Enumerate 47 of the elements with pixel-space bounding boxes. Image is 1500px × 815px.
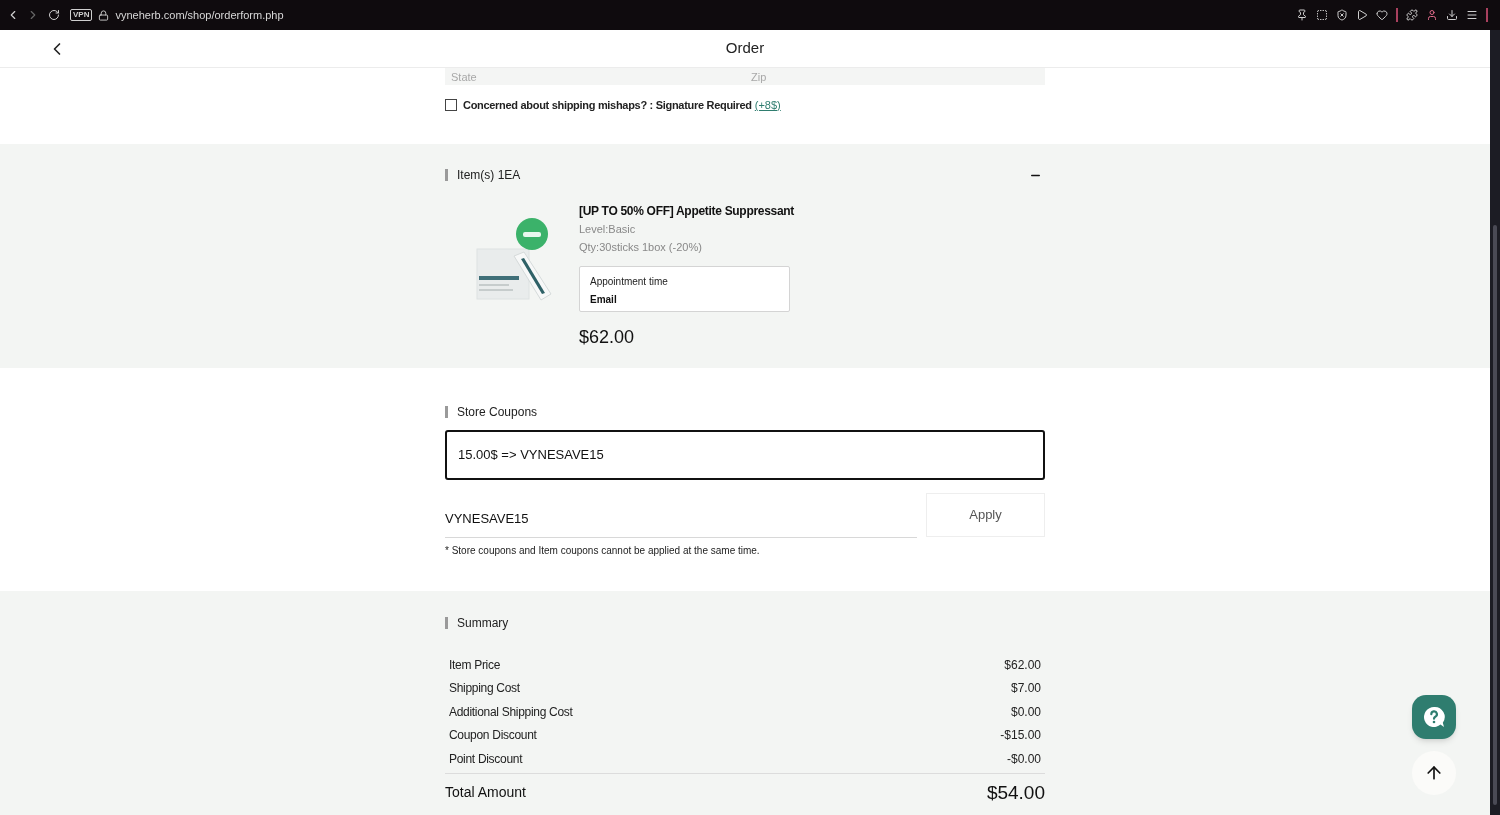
profile-icon[interactable]	[1426, 9, 1438, 21]
summary-label: Coupon Discount	[449, 727, 537, 745]
address-field[interactable]: Zip	[745, 68, 1045, 85]
snapshot-icon[interactable]	[1316, 9, 1328, 21]
coupon-note: * Store coupons and Item coupons cannot be applied at the same time.	[445, 544, 761, 558]
summary-label: Point Discount	[449, 750, 523, 768]
section-title: Summary	[457, 615, 509, 632]
signature-price-link[interactable]: (+8$)	[754, 97, 781, 114]
lock-icon	[98, 9, 110, 21]
product-level: Level:Basic	[579, 222, 637, 237]
address-bar[interactable]: vyneherb.com/shop/orderform.php	[115, 6, 284, 24]
section-title: Store Coupons	[457, 404, 538, 421]
shield-icon[interactable]	[1336, 9, 1348, 21]
total-label: Total Amount	[445, 783, 526, 803]
product-quantity: Qty:30sticks 1box (-20%)	[579, 239, 703, 255]
summary-value: -$15.00	[1000, 727, 1041, 745]
coupon-code-field[interactable]: VYNESAVE15	[445, 494, 917, 538]
signature-checkbox[interactable]	[445, 99, 457, 112]
page-title: Order	[725, 38, 765, 59]
summary-label: Additional Shipping Cost	[449, 703, 573, 721]
product-name: [UP TO 50% OFF] Appetite Suppressant	[579, 203, 794, 220]
play-icon[interactable]	[1356, 9, 1368, 21]
help-chat-button[interactable]	[1412, 695, 1456, 739]
scrollbar[interactable]	[1490, 30, 1500, 815]
section-title: Item(s) 1EA	[457, 167, 521, 184]
pin-icon[interactable]	[1296, 9, 1308, 21]
address-field[interactable]: State	[445, 68, 745, 85]
apply-button[interactable]: Apply	[926, 493, 1045, 537]
heart-icon[interactable]	[1376, 9, 1388, 21]
option-label: Appointment time	[590, 275, 669, 289]
product-price: $62.00	[579, 326, 636, 349]
chat-question-icon	[1422, 705, 1446, 729]
download-icon[interactable]	[1446, 9, 1458, 21]
summary-label: Item Price	[449, 656, 500, 674]
menu-icon[interactable]	[1466, 9, 1478, 21]
extensions-icon[interactable]	[1406, 9, 1418, 21]
summary-value: $0.00	[1010, 703, 1041, 721]
summary-value: -$0.00	[1006, 750, 1041, 768]
summary-value: $62.00	[1004, 656, 1041, 674]
reload-icon[interactable]	[48, 9, 60, 21]
vpn-badge[interactable]: VPN	[70, 9, 93, 21]
total-value: $54.00	[986, 780, 1045, 805]
option-value: Email	[590, 293, 618, 307]
summary-value: $7.00	[1010, 680, 1041, 698]
coupon-select[interactable]: 15.00$ => VYNESAVE15	[445, 430, 1045, 480]
signature-label: Concerned about shipping mishaps? : Signature Required	[463, 98, 752, 113]
summary-label: Shipping Cost	[449, 680, 520, 698]
